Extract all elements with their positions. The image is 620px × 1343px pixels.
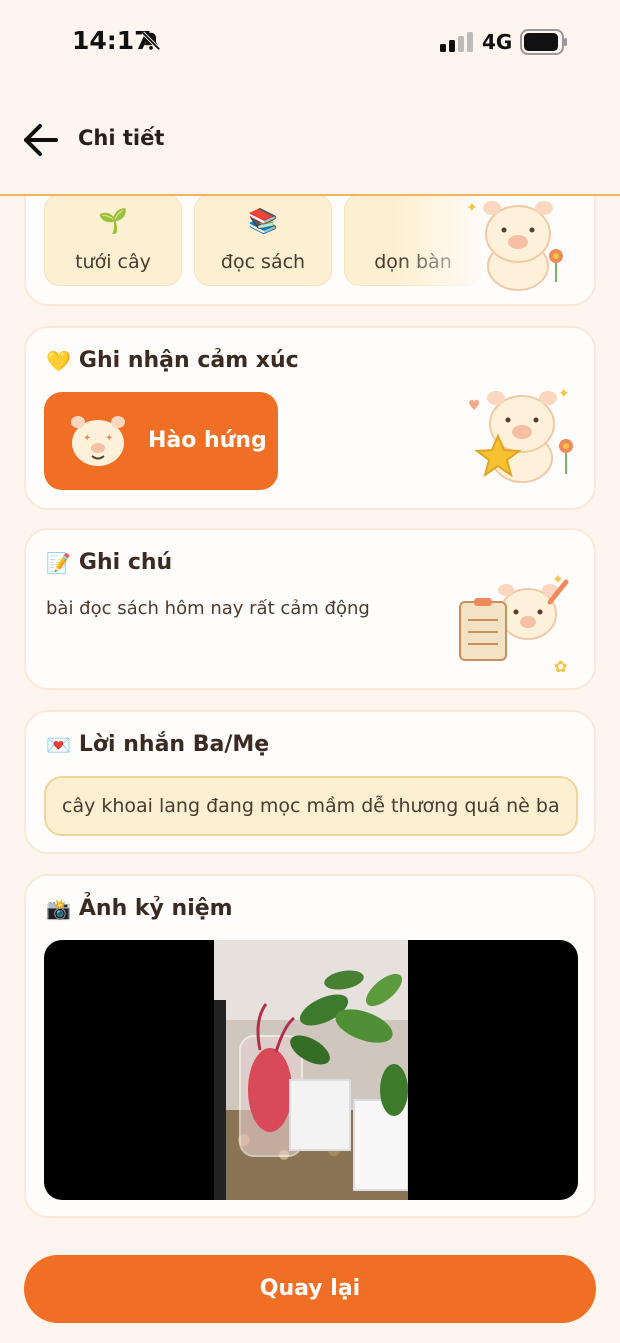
svg-text:♥: ♥ — [468, 398, 481, 414]
svg-text:✦: ✦ — [83, 433, 91, 444]
signal-icon — [440, 32, 473, 52]
parent-message-title: 💌 Lời nhắn Ba/Mẹ — [46, 732, 269, 757]
network-type: 4G — [482, 30, 513, 54]
camera-flash-icon: 📸 — [46, 896, 71, 921]
parent-message-text: cây khoai lang đang mọc mầm dễ thương qu… — [44, 776, 578, 836]
status-bar: 14:17 4G — [0, 0, 620, 90]
memory-photo-title: 📸 Ảnh kỷ niệm — [46, 896, 233, 921]
top-app-bar: Chi tiết — [0, 90, 620, 196]
note-text: bài đọc sách hôm nay rất cảm động — [46, 598, 370, 619]
memory-photo[interactable] — [44, 940, 578, 1200]
note-title: 📝 Ghi chú — [46, 550, 172, 575]
detail-scroll-area[interactable]: 🌱 tưới cây 📚 đọc sách dọn bàn ✦ 💛 Ghi — [0, 196, 620, 1343]
svg-text:✦: ✦ — [558, 386, 570, 402]
back-arrow-icon[interactable] — [18, 120, 62, 160]
books-icon: 📚 — [248, 207, 278, 235]
emotion-title: 💛 Ghi nhận cảm xúc — [46, 348, 299, 373]
pig-mascot-star-icon: ✦ ♥ — [468, 386, 573, 483]
pig-mascot-checklist-icon: ✦ ✿ — [459, 572, 569, 676]
sprout-icon: 🌱 — [98, 207, 128, 235]
memory-photo-card: 📸 Ảnh kỷ niệm — [24, 874, 596, 1218]
activity-label: đọc sách — [220, 251, 306, 273]
page-title: Chi tiết — [78, 126, 165, 150]
activity-tile-watering[interactable]: 🌱 tưới cây — [44, 196, 182, 286]
memory-photo-title-text: Ảnh kỷ niệm — [78, 896, 233, 921]
battery-icon — [520, 29, 567, 55]
parent-message-card: 💌 Lời nhắn Ba/Mẹ cây khoai lang đang mọc… — [24, 710, 596, 854]
love-letter-icon: 💌 — [46, 732, 71, 757]
activities-card: 🌱 tưới cây 📚 đọc sách dọn bàn ✦ — [24, 196, 596, 306]
yellow-heart-icon: 💛 — [46, 348, 71, 373]
activity-tile-reading[interactable]: 📚 đọc sách — [194, 196, 332, 286]
activity-label: tưới cây — [75, 251, 151, 273]
pig-face-excited-icon: ✦ ✦ — [71, 416, 125, 466]
memo-icon: 📝 — [46, 550, 71, 575]
mood-button[interactable]: ✦ ✦ Hào hứng — [44, 392, 278, 490]
sweet-potato-sprout-photo — [214, 940, 408, 1200]
emotion-card: 💛 Ghi nhận cảm xúc ✦ ✦ Hào hứng ✦ ♥ — [24, 326, 596, 510]
mood-label: Hào hứng — [148, 428, 267, 453]
emotion-title-text: Ghi nhận cảm xúc — [78, 348, 299, 373]
pig-mascot-cheering-icon: ✦ — [466, 200, 563, 291]
svg-text:✦: ✦ — [466, 200, 478, 216]
svg-text:✦: ✦ — [105, 433, 113, 444]
note-title-text: Ghi chú — [78, 550, 173, 575]
back-button[interactable]: Quay lại — [24, 1255, 596, 1323]
note-card: 📝 Ghi chú bài đọc sách hôm nay rất cảm đ… — [24, 528, 596, 690]
bell-muted-icon — [141, 31, 161, 51]
parent-message-title-text: Lời nhắn Ba/Mẹ — [78, 732, 270, 757]
svg-text:✿: ✿ — [554, 657, 567, 676]
